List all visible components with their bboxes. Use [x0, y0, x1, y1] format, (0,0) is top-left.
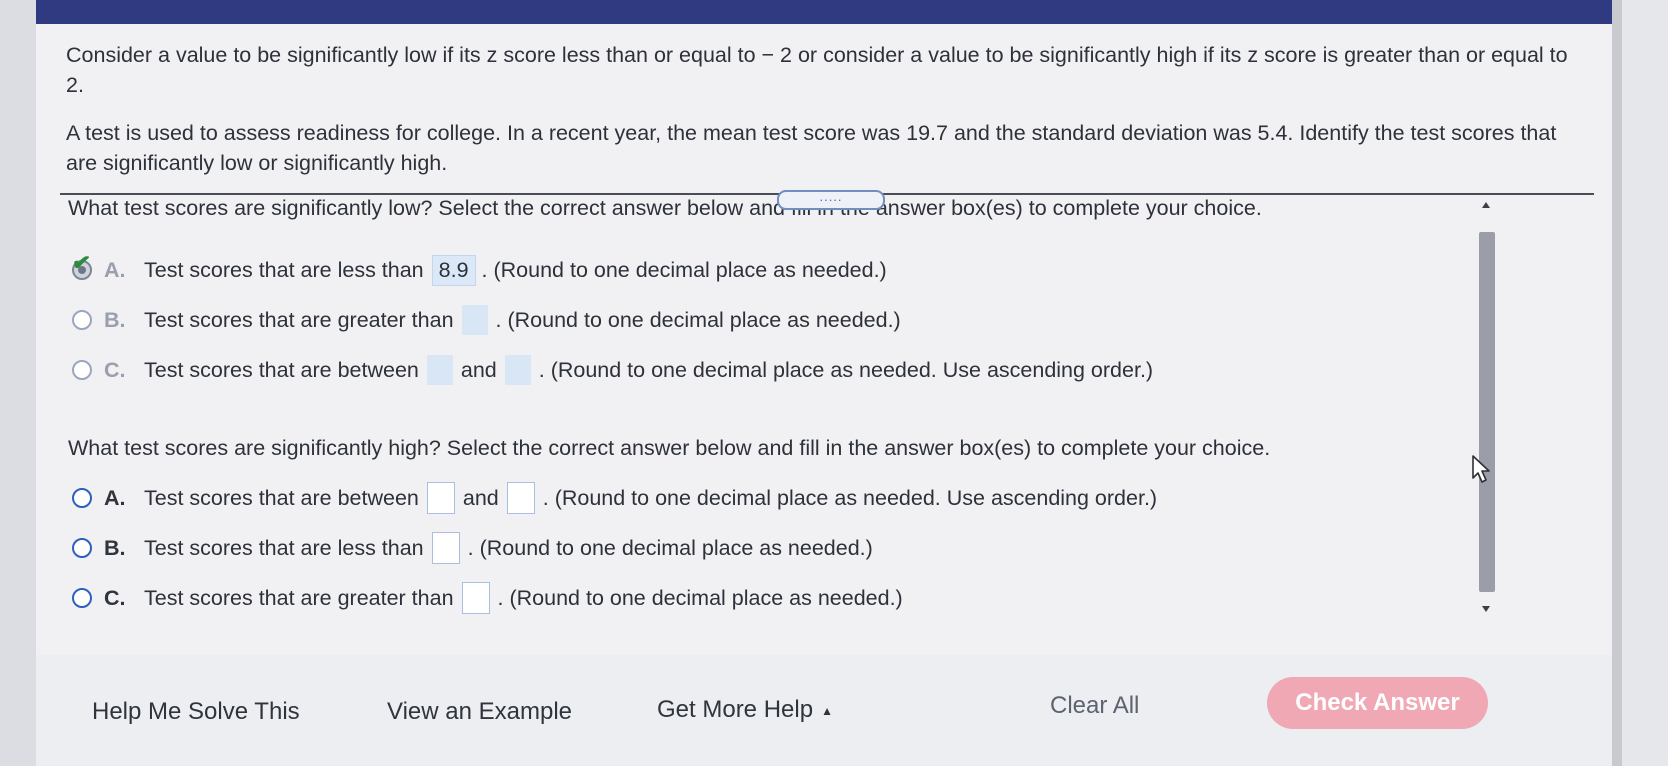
low-option-c[interactable]: C. Test scores that are between and . (R… [72, 350, 1153, 390]
high-b-answer-box[interactable] [431, 532, 460, 564]
low-radio-b[interactable] [72, 310, 92, 330]
caret-up-icon: ▲ [821, 703, 833, 718]
high-option-b[interactable]: B. Test scores that are less than . (Rou… [72, 528, 873, 568]
help-me-solve-button[interactable]: Help Me Solve This [92, 698, 300, 726]
low-option-b[interactable]: B. Test scores that are greater than . (… [72, 300, 901, 340]
check-answer-button[interactable]: Check Answer [1267, 677, 1488, 729]
option-note: . (Round to one decimal place as needed.… [538, 357, 1154, 382]
option-note: . (Round to one decimal place as needed.… [497, 585, 903, 610]
scroll-thumb[interactable] [1479, 232, 1495, 592]
low-c-answer-box-2[interactable] [504, 355, 531, 385]
option-text: Test scores that are less than [144, 535, 424, 560]
option-note: . (Round to one decimal place as needed.… [481, 257, 887, 282]
option-letter: A. [104, 485, 126, 510]
question-low-prompt: What test scores are significantly low? … [68, 196, 1262, 220]
high-radio-c[interactable] [72, 588, 92, 608]
option-letter: C. [104, 357, 126, 382]
option-letter: B. [104, 535, 126, 560]
high-c-answer-box[interactable] [461, 582, 490, 614]
view-example-button[interactable]: View an Example [387, 698, 572, 726]
question-high-prompt: What test scores are significantly high?… [68, 436, 1271, 460]
option-text: Test scores that are between [144, 485, 419, 510]
scroll-down-icon[interactable] [1482, 606, 1490, 612]
option-text: Test scores that are between [144, 357, 419, 382]
side-strip [1622, 0, 1668, 766]
high-option-a[interactable]: A. Test scores that are between and . (R… [72, 478, 1157, 518]
high-option-c[interactable]: C. Test scores that are greater than . (… [72, 578, 903, 618]
resize-handle[interactable]: ..... [777, 190, 885, 210]
low-option-a[interactable]: ✔ A. Test scores that are less than 8.9 … [71, 249, 887, 290]
option-note: . (Round to one decimal place as needed.… [467, 535, 873, 560]
option-letter: A. [104, 257, 126, 282]
get-more-help-label: Get More Help [657, 696, 814, 723]
intro-paragraph-2: A test is used to assess readiness for c… [66, 121, 1557, 175]
option-letter: B. [104, 307, 126, 332]
low-radio-a[interactable]: ✔ [71, 249, 92, 280]
vertical-scrollbar[interactable] [1476, 196, 1498, 616]
option-text: Test scores that are less than [144, 257, 424, 282]
answer-scroll-area: What test scores are significantly low? … [60, 196, 1594, 696]
low-c-answer-box-1[interactable] [426, 355, 453, 385]
header-bar [36, 0, 1612, 24]
option-mid-text: and [462, 485, 499, 510]
low-a-answer-box[interactable]: 8.9 [431, 254, 476, 286]
high-radio-b[interactable] [72, 538, 92, 558]
option-letter: C. [104, 585, 126, 610]
scroll-up-icon[interactable] [1482, 202, 1490, 208]
low-radio-c[interactable] [72, 360, 92, 380]
check-icon: ✔ [70, 249, 92, 276]
panel-edge [1612, 0, 1622, 766]
high-a-answer-box-1[interactable] [426, 482, 455, 514]
low-b-answer-box[interactable] [461, 305, 488, 335]
option-text: Test scores that are greater than [144, 307, 454, 332]
option-mid-text: and [460, 357, 497, 382]
mouse-cursor-icon [1472, 455, 1490, 483]
option-note: . (Round to one decimal place as needed.… [542, 485, 1158, 510]
high-radio-a[interactable] [72, 488, 92, 508]
clear-all-button[interactable]: Clear All [1050, 692, 1139, 720]
intro-paragraph-1: Consider a value to be significantly low… [66, 43, 1568, 97]
option-note: . (Round to one decimal place as needed.… [495, 307, 901, 332]
get-more-help-button[interactable]: Get More Help ▲ [657, 696, 833, 724]
option-text: Test scores that are greater than [144, 585, 454, 610]
problem-statement: Consider a value to be significantly low… [66, 40, 1576, 178]
high-a-answer-box-2[interactable] [506, 482, 535, 514]
